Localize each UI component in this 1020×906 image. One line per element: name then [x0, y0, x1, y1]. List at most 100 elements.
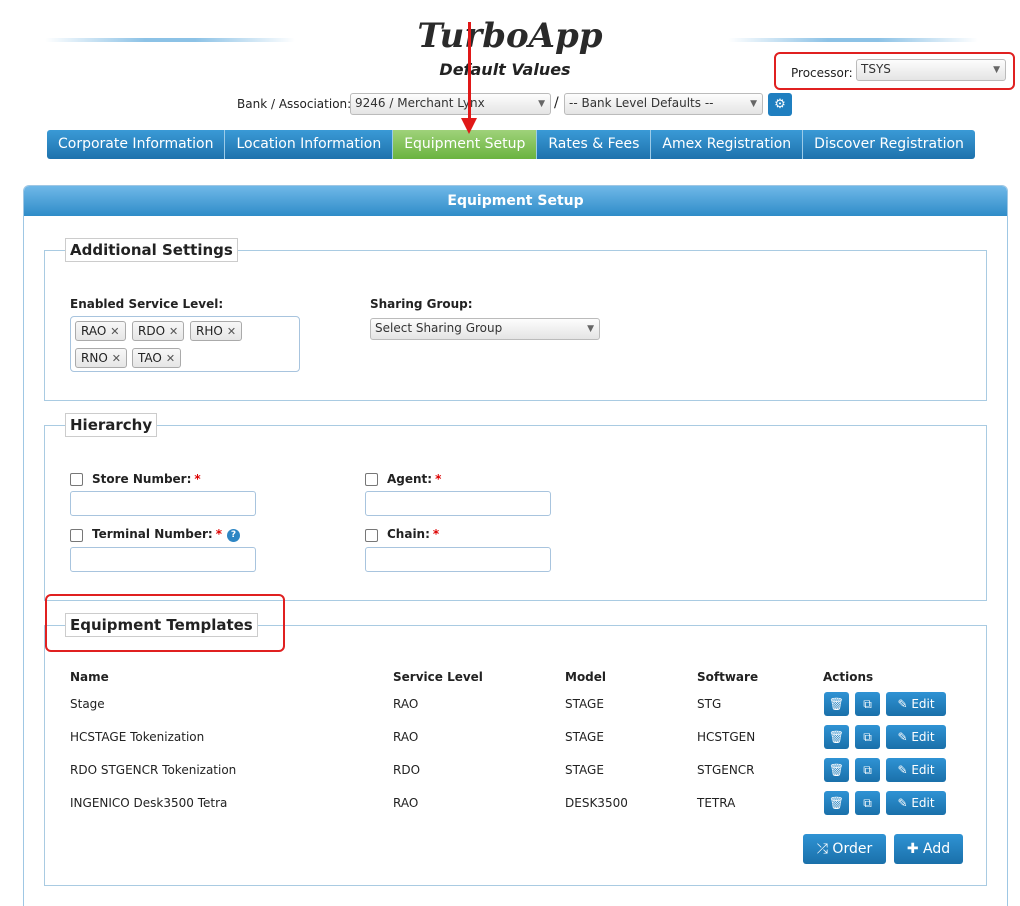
- tab-equipment-setup[interactable]: Equipment Setup: [393, 130, 538, 159]
- chain-label: Chain: *: [387, 527, 440, 541]
- service-level-multiselect[interactable]: RAO ✕ RDO ✕ RHO ✕ RNO ✕ TAO ✕: [70, 316, 300, 372]
- template-software: STGENCR: [697, 763, 755, 777]
- terminal-number-checkbox[interactable]: [70, 529, 83, 542]
- template-name: INGENICO Desk3500 Tetra: [70, 796, 228, 810]
- copy-button[interactable]: ⧉: [855, 692, 880, 716]
- delete-button[interactable]: 🗑: [824, 725, 849, 749]
- bank-level-select[interactable]: -- Bank Level Defaults -- ▼: [564, 93, 763, 115]
- edit-button[interactable]: ✎ Edit: [886, 791, 946, 815]
- template-software: STG: [697, 697, 722, 711]
- template-name: HCSTAGE Tokenization: [70, 730, 205, 744]
- store-number-input[interactable]: [70, 491, 256, 516]
- additional-settings-legend: Additional Settings: [65, 238, 238, 262]
- template-service-level: RAO: [393, 730, 419, 744]
- tab-amex-registration[interactable]: Amex Registration: [651, 130, 804, 159]
- pencil-icon: ✎: [897, 796, 912, 810]
- chevron-down-icon: ▼: [993, 65, 1000, 75]
- remove-icon[interactable]: ✕: [169, 325, 178, 338]
- sharing-group-select[interactable]: Select Sharing Group ▼: [370, 318, 600, 340]
- remove-icon[interactable]: ✕: [166, 352, 175, 365]
- bank-association-value: 9246 / Merchant Lynx: [355, 96, 485, 110]
- store-number-checkbox[interactable]: [70, 473, 83, 486]
- delete-button[interactable]: 🗑: [824, 758, 849, 782]
- column-header-actions: Actions: [823, 670, 874, 684]
- copy-icon: ⧉: [863, 763, 872, 777]
- trash-icon: 🗑: [828, 697, 845, 711]
- template-service-level: RAO: [393, 796, 419, 810]
- edit-button[interactable]: ✎ Edit: [886, 692, 946, 716]
- service-level-tag[interactable]: RAO ✕: [75, 321, 126, 341]
- add-button[interactable]: ✚ Add: [894, 834, 963, 864]
- panel-title: Equipment Setup: [24, 186, 1007, 216]
- sharing-group-label: Sharing Group:: [370, 297, 473, 311]
- chevron-down-icon: ▼: [587, 324, 594, 334]
- template-model: STAGE: [565, 763, 604, 777]
- terminal-number-label: Terminal Number: *?: [92, 527, 241, 542]
- terminal-number-input[interactable]: [70, 547, 256, 572]
- template-software: TETRA: [697, 796, 736, 810]
- edit-button[interactable]: ✎ Edit: [886, 725, 946, 749]
- bank-association-label: Bank / Association:: [237, 97, 352, 111]
- chevron-down-icon: ▼: [538, 99, 545, 109]
- remove-icon[interactable]: ✕: [227, 325, 236, 338]
- main-tabs: Corporate Information Location Informati…: [47, 130, 975, 159]
- processor-select-value: TSYS: [861, 62, 891, 76]
- app-title: TurboApp: [417, 16, 603, 56]
- copy-button[interactable]: ⧉: [855, 791, 880, 815]
- service-level-tag[interactable]: RHO ✕: [190, 321, 243, 341]
- hierarchy-legend: Hierarchy: [65, 413, 158, 437]
- template-model: STAGE: [565, 697, 604, 711]
- agent-input[interactable]: [365, 491, 551, 516]
- gear-icon: ⚙: [774, 97, 786, 112]
- column-header-software: Software: [697, 670, 759, 684]
- pencil-icon: ✎: [897, 730, 912, 744]
- agent-checkbox[interactable]: [365, 473, 378, 486]
- delete-button[interactable]: 🗑: [824, 791, 849, 815]
- shuffle-icon: ⤮: [816, 841, 833, 857]
- store-number-label: Store Number: *: [92, 472, 201, 486]
- bank-separator: /: [554, 95, 559, 111]
- tab-rates-fees[interactable]: Rates & Fees: [537, 130, 652, 159]
- processor-label: Processor:: [791, 66, 853, 80]
- pencil-icon: ✎: [897, 763, 912, 777]
- settings-button[interactable]: ⚙: [768, 93, 792, 116]
- copy-icon: ⧉: [863, 730, 872, 744]
- bank-association-select[interactable]: 9246 / Merchant Lynx ▼: [350, 93, 551, 115]
- templates-highlight: [45, 594, 285, 652]
- remove-icon[interactable]: ✕: [110, 325, 119, 338]
- bank-level-value: -- Bank Level Defaults --: [569, 96, 714, 110]
- plus-icon: ✚: [906, 841, 924, 857]
- service-level-tag[interactable]: TAO ✕: [132, 348, 182, 368]
- pencil-icon: ✎: [897, 697, 912, 711]
- annotation-arrow-head: [461, 118, 477, 134]
- column-header-name: Name: [70, 670, 109, 684]
- remove-icon[interactable]: ✕: [112, 352, 121, 365]
- service-level-tag[interactable]: RDO ✕: [132, 321, 185, 341]
- trash-icon: 🗑: [828, 796, 845, 810]
- copy-button[interactable]: ⧉: [855, 725, 880, 749]
- agent-label: Agent: *: [387, 472, 442, 486]
- service-level-label: Enabled Service Level:: [70, 297, 224, 311]
- copy-icon: ⧉: [863, 697, 872, 711]
- template-software: HCSTGEN: [697, 730, 756, 744]
- copy-button[interactable]: ⧉: [855, 758, 880, 782]
- chevron-down-icon: ▼: [750, 99, 757, 109]
- template-model: STAGE: [565, 730, 604, 744]
- edit-button[interactable]: ✎ Edit: [886, 758, 946, 782]
- tab-corporate-information[interactable]: Corporate Information: [47, 130, 226, 159]
- order-button[interactable]: ⤮ Order: [803, 834, 886, 864]
- service-level-tag[interactable]: RNO ✕: [75, 348, 127, 368]
- processor-select[interactable]: TSYS ▼: [856, 59, 1006, 81]
- annotation-arrow: [468, 22, 471, 124]
- column-header-service-level: Service Level: [393, 670, 483, 684]
- chain-checkbox[interactable]: [365, 529, 378, 542]
- delete-button[interactable]: 🗑: [824, 692, 849, 716]
- help-icon[interactable]: ?: [227, 529, 241, 542]
- template-service-level: RAO: [393, 697, 419, 711]
- chain-input[interactable]: [365, 547, 551, 572]
- tab-discover-registration[interactable]: Discover Registration: [803, 130, 975, 159]
- tab-location-information[interactable]: Location Information: [225, 130, 394, 159]
- sharing-group-value: Select Sharing Group: [375, 321, 503, 335]
- copy-icon: ⧉: [863, 796, 872, 810]
- trash-icon: 🗑: [828, 730, 845, 744]
